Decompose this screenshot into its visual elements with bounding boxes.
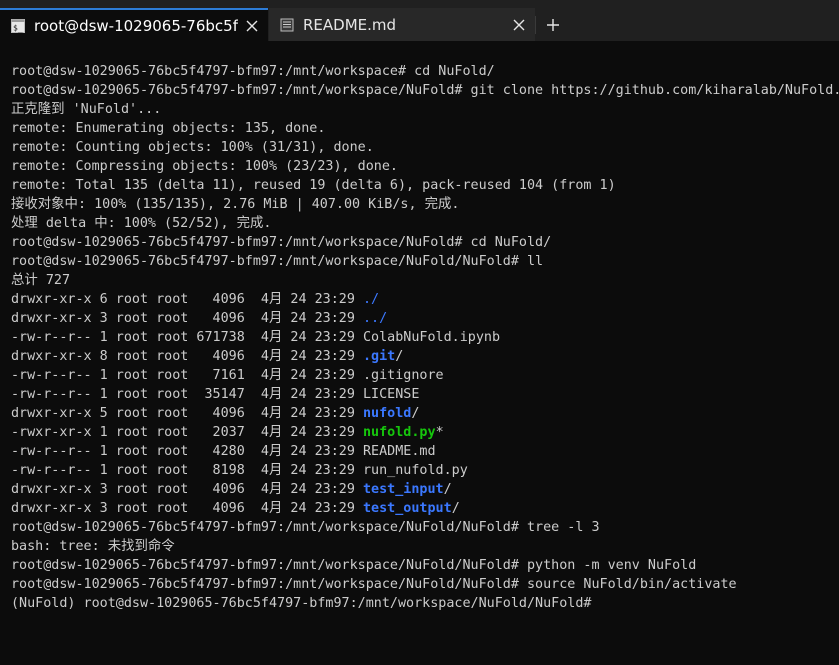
terminal-line: 正克隆到 'NuFold'... — [11, 100, 839, 119]
close-tab-button[interactable] — [238, 12, 266, 40]
terminal-line: 接收对象中: 100% (135/135), 2.76 MiB | 407.00… — [11, 195, 839, 214]
terminal-text: remote: Total 135 (delta 11), reused 19 … — [11, 178, 616, 193]
tab-label: root@dsw-1029065-76bc5f4 — [34, 16, 238, 35]
terminal-output[interactable]: root@dsw-1029065-76bc5f4797-bfm97:/mnt/w… — [11, 62, 839, 665]
terminal-text: / — [443, 482, 452, 497]
terminal-line: root@dsw-1029065-76bc5f4797-bfm97:/mnt/w… — [11, 62, 839, 81]
terminal-line: root@dsw-1029065-76bc5f4797-bfm97:/mnt/w… — [11, 81, 839, 100]
terminal-line: remote: Total 135 (delta 11), reused 19 … — [11, 176, 839, 195]
close-icon — [246, 20, 258, 31]
terminal-text: 接收对象中: 100% (135/135), 2.76 MiB | 407.00… — [11, 197, 460, 212]
terminal-icon: $_ — [11, 18, 25, 33]
terminal-text: 总计 727 — [11, 273, 71, 288]
terminal-text: drwxr-xr-x 3 root root 4096 4月 24 23:29 — [11, 482, 363, 497]
terminal-text: -rw-r--r-- 1 root root 671738 4月 24 23:2… — [11, 330, 501, 345]
terminal-text: (NuFold) root@dsw-1029065-76bc5f4797-bfm… — [11, 596, 600, 611]
directory-name: ./ — [363, 292, 380, 307]
terminal-text: -rw-r--r-- 1 root root 7161 4月 24 23:29 … — [11, 368, 444, 383]
terminal-line: drwxr-xr-x 8 root root 4096 4月 24 23:29 … — [11, 347, 839, 366]
terminal-text: root@dsw-1029065-76bc5f4797-bfm97:/mnt/w… — [11, 520, 600, 535]
terminal-text: root@dsw-1029065-76bc5f4797-bfm97:/mnt/w… — [11, 254, 544, 269]
terminal-line: -rw-r--r-- 1 root root 8198 4月 24 23:29 … — [11, 461, 839, 480]
tab-divider — [535, 16, 536, 34]
tab-readme[interactable]: README.md — [269, 8, 535, 41]
terminal-line: 处理 delta 中: 100% (52/52), 完成. — [11, 214, 839, 233]
close-tab-button[interactable] — [505, 11, 533, 39]
terminal-text: remote: Enumerating objects: 135, done. — [11, 121, 326, 136]
directory-name: test_input — [363, 482, 444, 497]
terminal-line: 总计 727 — [11, 271, 839, 290]
terminal-line: bash: tree: 未找到命令 — [11, 537, 839, 556]
terminal-line: drwxr-xr-x 3 root root 4096 4月 24 23:29 … — [11, 499, 839, 518]
terminal-text: * — [435, 425, 444, 440]
tab-bar: $_ root@dsw-1029065-76bc5f4 README.md — [0, 0, 839, 41]
new-tab-button[interactable] — [539, 11, 567, 39]
terminal-text: root@dsw-1029065-76bc5f4797-bfm97:/mnt/w… — [11, 577, 737, 592]
terminal-text: / — [411, 406, 420, 421]
terminal-text: -rw-r--r-- 1 root root 35147 4月 24 23:29… — [11, 387, 420, 402]
terminal-line: -rwxr-xr-x 1 root root 2037 4月 24 23:29 … — [11, 423, 839, 442]
terminal-text: drwxr-xr-x 3 root root 4096 4月 24 23:29 — [11, 501, 363, 516]
terminal-line: drwxr-xr-x 3 root root 4096 4月 24 23:29 … — [11, 309, 839, 328]
terminal-line: -rw-r--r-- 1 root root 7161 4月 24 23:29 … — [11, 366, 839, 385]
terminal-line: root@dsw-1029065-76bc5f4797-bfm97:/mnt/w… — [11, 233, 839, 252]
terminal-line: -rw-r--r-- 1 root root 35147 4月 24 23:29… — [11, 385, 839, 404]
terminal-line: root@dsw-1029065-76bc5f4797-bfm97:/mnt/w… — [11, 252, 839, 271]
executable-name: nufold.py — [363, 425, 436, 440]
terminal-line: root@dsw-1029065-76bc5f4797-bfm97:/mnt/w… — [11, 556, 839, 575]
terminal-text: root@dsw-1029065-76bc5f4797-bfm97:/mnt/w… — [11, 83, 839, 98]
terminal-text: drwxr-xr-x 6 root root 4096 4月 24 23:29 — [11, 292, 363, 307]
terminal-text: 正克隆到 'NuFold'... — [11, 102, 162, 117]
svg-text:$_: $_ — [13, 23, 23, 32]
terminal-text: drwxr-xr-x 8 root root 4096 4月 24 23:29 — [11, 349, 363, 364]
terminal-text: root@dsw-1029065-76bc5f4797-bfm97:/mnt/w… — [11, 558, 697, 573]
terminal-text: remote: Compressing objects: 100% (23/23… — [11, 159, 398, 174]
document-icon — [280, 18, 294, 31]
close-icon — [513, 19, 525, 30]
terminal-line: root@dsw-1029065-76bc5f4797-bfm97:/mnt/w… — [11, 518, 839, 537]
directory-name: test_output — [363, 501, 452, 516]
directory-name: .git — [363, 349, 396, 364]
terminal-text: -rwxr-xr-x 1 root root 2037 4月 24 23:29 — [11, 425, 363, 440]
terminal-line: remote: Compressing objects: 100% (23/23… — [11, 157, 839, 176]
terminal-line: remote: Counting objects: 100% (31/31), … — [11, 138, 839, 157]
tab-label: README.md — [303, 15, 397, 34]
terminal-text: / — [395, 349, 404, 364]
terminal-text: -rw-r--r-- 1 root root 4280 4月 24 23:29 … — [11, 444, 436, 459]
terminal-text: drwxr-xr-x 3 root root 4096 4月 24 23:29 — [11, 311, 363, 326]
terminal-line: drwxr-xr-x 3 root root 4096 4月 24 23:29 … — [11, 480, 839, 499]
tab-terminal[interactable]: $_ root@dsw-1029065-76bc5f4 — [0, 8, 268, 41]
terminal-line: -rw-r--r-- 1 root root 4280 4月 24 23:29 … — [11, 442, 839, 461]
terminal-text: drwxr-xr-x 5 root root 4096 4月 24 23:29 — [11, 406, 363, 421]
terminal-line: root@dsw-1029065-76bc5f4797-bfm97:/mnt/w… — [11, 575, 839, 594]
terminal-text: 处理 delta 中: 100% (52/52), 完成. — [11, 216, 272, 231]
directory-name: nufold — [363, 406, 412, 421]
terminal-text: bash: tree: 未找到命令 — [11, 539, 175, 554]
terminal-line: (NuFold) root@dsw-1029065-76bc5f4797-bfm… — [11, 594, 839, 613]
terminal-line: drwxr-xr-x 5 root root 4096 4月 24 23:29 … — [11, 404, 839, 423]
terminal-line: remote: Enumerating objects: 135, done. — [11, 119, 839, 138]
terminal-text: / — [451, 501, 460, 516]
directory-name: ../ — [363, 311, 388, 326]
plus-icon — [547, 19, 559, 31]
terminal-text: -rw-r--r-- 1 root root 8198 4月 24 23:29 … — [11, 463, 468, 478]
terminal-text: remote: Counting objects: 100% (31/31), … — [11, 140, 374, 155]
terminal-line: drwxr-xr-x 6 root root 4096 4月 24 23:29 … — [11, 290, 839, 309]
terminal-text: root@dsw-1029065-76bc5f4797-bfm97:/mnt/w… — [11, 64, 495, 79]
terminal-line: -rw-r--r-- 1 root root 671738 4月 24 23:2… — [11, 328, 839, 347]
terminal-text: root@dsw-1029065-76bc5f4797-bfm97:/mnt/w… — [11, 235, 552, 250]
